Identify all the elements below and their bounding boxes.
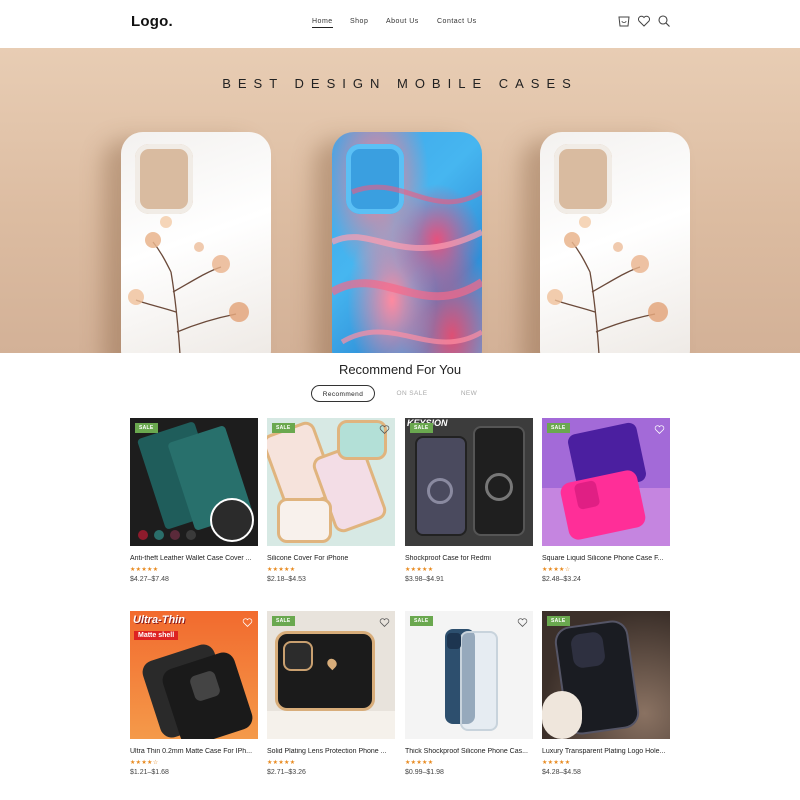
product-image[interactable]: SALE: [267, 418, 395, 546]
sale-badge: SALE: [547, 616, 570, 626]
tab-recommend[interactable]: Recommend: [311, 385, 375, 402]
main-nav: Home Shop About Us Contact Us: [0, 18, 800, 32]
banner-text-bottom: Matte shell: [134, 631, 179, 640]
product-image[interactable]: SALE: [130, 418, 258, 546]
nav-about-us[interactable]: About Us: [386, 18, 419, 25]
rating-stars: ★★★★★: [267, 567, 296, 573]
product-price: $2.18–$4.53: [267, 576, 306, 583]
sale-badge: SALE: [272, 616, 295, 626]
hero-title: BEST DESIGN MOBILE CASES: [222, 76, 578, 91]
wishlist-heart-icon[interactable]: [242, 617, 253, 628]
product-image[interactable]: SALE: [267, 611, 395, 739]
product-name[interactable]: Thick Shockproof Silicone Phone Cas...: [405, 748, 533, 755]
banner-text-top: Ultra-Thin: [133, 614, 185, 626]
rating-stars: ★★★★★: [542, 760, 571, 766]
product-image[interactable]: KEYSION SALE: [405, 418, 533, 546]
nav-contact-us[interactable]: Contact Us: [437, 18, 477, 25]
tab-new[interactable]: NEW: [452, 385, 486, 402]
wishlist-heart-icon[interactable]: [517, 617, 528, 628]
product-price: $1.21–$1.68: [130, 769, 169, 776]
tab-on-sale[interactable]: ON SALE: [390, 385, 434, 402]
hero-banner: BEST DESIGN MOBILE CASES: [0, 48, 800, 353]
sale-badge: SALE: [272, 423, 295, 433]
sale-badge: SALE: [135, 423, 158, 433]
product-name[interactable]: Silicone Cover For iPhone: [267, 555, 395, 562]
product-name[interactable]: Square Liquid Silicone Phone Case F...: [542, 555, 670, 562]
product-card[interactable]: SALE Luxury Transparent Plating Logo Hol…: [542, 611, 670, 776]
product-name[interactable]: Anti-theft Leather Wallet Case Cover ...: [130, 555, 258, 562]
site-header: Logo. Home Shop About Us Contact Us: [0, 0, 800, 48]
product-price: $3.98–$4.91: [405, 576, 444, 583]
product-price: $4.28–$4.58: [542, 769, 581, 776]
product-name[interactable]: Luxury Transparent Plating Logo Hole...: [542, 748, 670, 755]
product-card[interactable]: Ultra-Thin Matte shell Ultra Thin 0.2mm …: [130, 611, 258, 776]
product-image[interactable]: Ultra-Thin Matte shell: [130, 611, 258, 739]
search-icon[interactable]: [657, 14, 671, 28]
section-title: Recommend For You: [338, 362, 462, 377]
cart-icon[interactable]: [617, 14, 631, 28]
sale-badge: SALE: [547, 423, 570, 433]
product-image[interactable]: SALE: [542, 611, 670, 739]
product-price: $0.99–$1.98: [405, 769, 444, 776]
product-name[interactable]: Ultra Thin 0.2mm Matte Case For IPh...: [130, 748, 258, 755]
product-image[interactable]: SALE: [542, 418, 670, 546]
rating-stars: ★★★★★: [405, 567, 434, 573]
nav-home[interactable]: Home: [312, 18, 333, 28]
product-card[interactable]: SALE Thick Shockproof Silicone Phone Cas…: [405, 611, 533, 776]
floral-branch-art: [128, 216, 249, 353]
rating-stars: ★★★★★: [405, 760, 434, 766]
product-card[interactable]: KEYSION SALE Shockproof Case for Redmi ★…: [405, 418, 533, 583]
product-name[interactable]: Shockproof Case for Redmi: [405, 555, 533, 562]
wishlist-heart-icon[interactable]: [379, 617, 390, 628]
product-card[interactable]: SALE Anti-theft Leather Wallet Case Cove…: [130, 418, 258, 583]
hero-case-floral-right: [540, 132, 690, 353]
product-image[interactable]: SALE: [405, 611, 533, 739]
wishlist-heart-icon[interactable]: [379, 424, 390, 435]
hero-case-floral-left: [121, 132, 271, 353]
product-card[interactable]: SALE Square Liquid Silicone Phone Case F…: [542, 418, 670, 583]
wishlist-heart-icon[interactable]: [654, 424, 665, 435]
product-name[interactable]: Solid Plating Lens Protection Phone ...: [267, 748, 395, 755]
sale-badge: SALE: [410, 616, 433, 626]
wishlist-heart-icon[interactable]: [637, 14, 651, 28]
product-price: $2.71–$3.26: [267, 769, 306, 776]
product-price: $4.27–$7.48: [130, 576, 169, 583]
rating-stars: ★★★★☆: [130, 760, 159, 766]
sale-badge: SALE: [410, 423, 433, 433]
rating-stars: ★★★★★: [130, 567, 159, 573]
nav-shop[interactable]: Shop: [350, 18, 368, 25]
rating-stars: ★★★★☆: [542, 567, 571, 573]
product-card[interactable]: SALE Silicone Cover For iPhone ★★★★★ $2.…: [267, 418, 395, 583]
product-price: $2.48–$3.24: [542, 576, 581, 583]
rating-stars: ★★★★★: [267, 760, 296, 766]
hero-case-marble-center: [332, 132, 482, 353]
floral-branch-art: [547, 216, 668, 353]
product-card[interactable]: SALE Solid Plating Lens Protection Phone…: [267, 611, 395, 776]
marble-swirl-art: [332, 184, 482, 345]
